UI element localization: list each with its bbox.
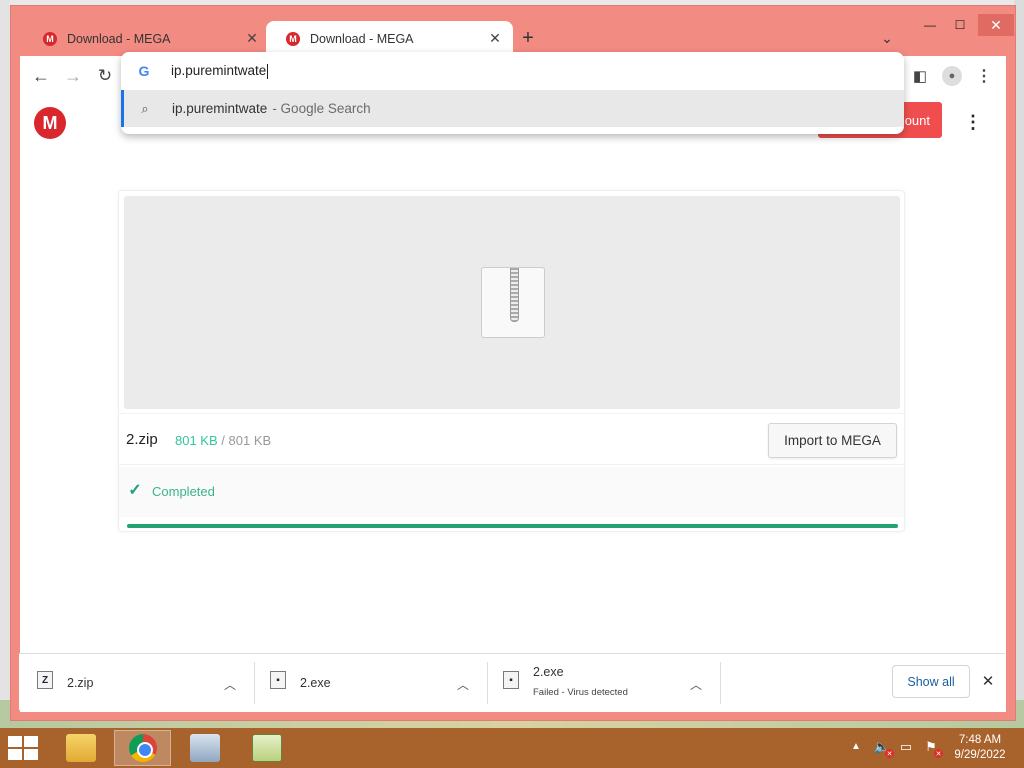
error-badge-icon: ✕ xyxy=(934,749,943,758)
close-shelf-icon[interactable]: ✕ xyxy=(979,672,997,690)
suggestion-hint: - Google Search xyxy=(272,101,371,116)
error-badge-icon: ✕ xyxy=(885,749,894,758)
tab-download-mega-2[interactable]: M Download - MEGA ✕ xyxy=(266,21,513,56)
zipper-icon xyxy=(510,268,519,322)
windows-start-icon[interactable] xyxy=(8,736,38,760)
download-item-2exe[interactable]: ▪ 2.exe ︿ xyxy=(252,660,486,706)
downloads-shelf: Z 2.zip ︿ ▪ 2.exe ︿ ▪ 2.exe Failed - Vir… xyxy=(19,653,1005,710)
chevron-up-icon[interactable]: ︿ xyxy=(221,675,239,693)
size-separator: / xyxy=(221,433,225,448)
google-icon: G xyxy=(138,63,150,79)
tray-expand-icon[interactable]: ▲ xyxy=(851,741,861,752)
downloaded-size: 801 KB xyxy=(175,433,218,448)
chevron-up-icon[interactable]: ︿ xyxy=(454,675,472,693)
desktop-background-left xyxy=(0,0,10,728)
suggestion-text: ip.puremintwate - Google Search xyxy=(172,101,371,116)
download-status: Failed - Virus detected xyxy=(533,687,628,698)
tab-download-mega-1[interactable]: M Download - MEGA ✕ xyxy=(23,21,270,56)
taskbar-file-explorer[interactable] xyxy=(52,730,109,766)
file-name: 2.zip xyxy=(126,431,158,448)
status-row: ✓ Completed xyxy=(119,467,904,517)
mega-favicon-icon: M xyxy=(43,31,57,46)
system-clock[interactable]: 7:48 AM 9/29/2022 xyxy=(950,733,1010,763)
address-bar-text[interactable]: ip.puremintwate xyxy=(171,63,269,79)
profile-icon[interactable]: ● xyxy=(941,65,963,87)
speaker-muted-icon[interactable]: 🔈 ✕ xyxy=(873,738,894,758)
clock-date: 9/29/2022 xyxy=(954,749,1006,761)
new-tab-plus-icon[interactable]: + xyxy=(516,26,540,50)
search-suggestion[interactable]: ⌕ ip.puremintwate - Google Search xyxy=(121,90,904,127)
download-item-2zip[interactable]: Z 2.zip ︿ xyxy=(19,660,253,706)
suggestion-query: ip.puremintwate xyxy=(172,101,268,116)
tab-title: Download - MEGA xyxy=(310,31,414,46)
taskbar-performance-monitor[interactable] xyxy=(176,730,233,766)
close-window-button[interactable]: ✕ xyxy=(978,14,1014,36)
notepad-icon xyxy=(251,734,282,762)
monitor-icon xyxy=(189,734,220,762)
download-name: 2.exe xyxy=(533,665,564,679)
zip-file-icon xyxy=(481,267,545,338)
clock-time: 7:48 AM xyxy=(958,734,1002,746)
action-center-icon[interactable]: ⚑ ✕ xyxy=(922,738,943,758)
mega-logo[interactable]: M xyxy=(34,107,66,139)
download-card: 2.zip 801 KB / 801 KB Import to MEGA ✓ C… xyxy=(118,190,905,532)
search-icon: ⌕ xyxy=(141,100,149,116)
taskbar-chrome[interactable] xyxy=(114,730,171,766)
file-size: 801 KB / 801 KB xyxy=(175,433,271,448)
folder-icon xyxy=(65,734,96,762)
tab-search-chevron-icon[interactable]: ⌄ xyxy=(877,28,897,48)
download-name: 2.exe xyxy=(300,676,331,690)
taskbar: ▲ 🔈 ✕ ▭ ⚑ ✕ 7:48 AM 9/29/2022 xyxy=(0,728,1024,768)
avatar: ● xyxy=(942,66,962,86)
chrome-icon xyxy=(128,734,157,762)
forward-arrow-icon[interactable]: → xyxy=(62,65,84,87)
page-menu-icon[interactable]: ⋮ xyxy=(963,111,983,133)
menu-icon[interactable]: ⋮ xyxy=(973,65,995,87)
download-status: Completed xyxy=(152,484,215,499)
file-info-row: 2.zip 801 KB / 801 KB Import to MEGA xyxy=(119,413,904,465)
download-item-2exe-failed[interactable]: ▪ 2.exe Failed - Virus detected ︿ xyxy=(485,660,719,706)
file-preview xyxy=(124,196,900,409)
back-arrow-icon[interactable]: ← xyxy=(30,65,52,87)
chevron-up-icon[interactable]: ︿ xyxy=(687,675,705,693)
show-all-button[interactable]: Show all xyxy=(892,665,970,698)
side-panel-icon[interactable]: ◧ xyxy=(909,65,931,87)
download-name: 2.zip xyxy=(67,676,94,690)
maximize-button[interactable]: ☐ xyxy=(946,14,974,36)
tab-close-icon[interactable]: ✕ xyxy=(244,30,260,47)
address-bar-input[interactable]: G ip.puremintwate xyxy=(121,52,904,90)
typed-url: ip.puremintwate xyxy=(171,63,267,79)
taskbar-notepad[interactable] xyxy=(238,730,295,766)
tab-title: Download - MEGA xyxy=(67,31,171,46)
omnibox-dropdown: G ip.puremintwate ⌕ ip.puremintwate - Goo… xyxy=(121,52,904,134)
progress-fill xyxy=(127,524,898,528)
exe-file-icon: ▪ xyxy=(503,671,519,689)
reload-icon[interactable]: ↻ xyxy=(94,65,116,87)
mega-favicon-icon: M xyxy=(286,31,300,46)
checkmark-icon: ✓ xyxy=(128,482,142,499)
download-progress-bar xyxy=(127,524,898,528)
network-icon[interactable]: ▭ xyxy=(897,738,915,756)
exe-file-icon: ▪ xyxy=(270,671,286,689)
import-to-mega-button[interactable]: Import to MEGA xyxy=(768,423,897,458)
divider xyxy=(720,662,721,704)
minimize-button[interactable]: — xyxy=(916,14,944,36)
text-caret xyxy=(267,63,269,79)
zip-file-icon: Z xyxy=(37,671,53,689)
total-size: 801 KB xyxy=(228,433,272,448)
tab-close-icon[interactable]: ✕ xyxy=(487,30,503,47)
